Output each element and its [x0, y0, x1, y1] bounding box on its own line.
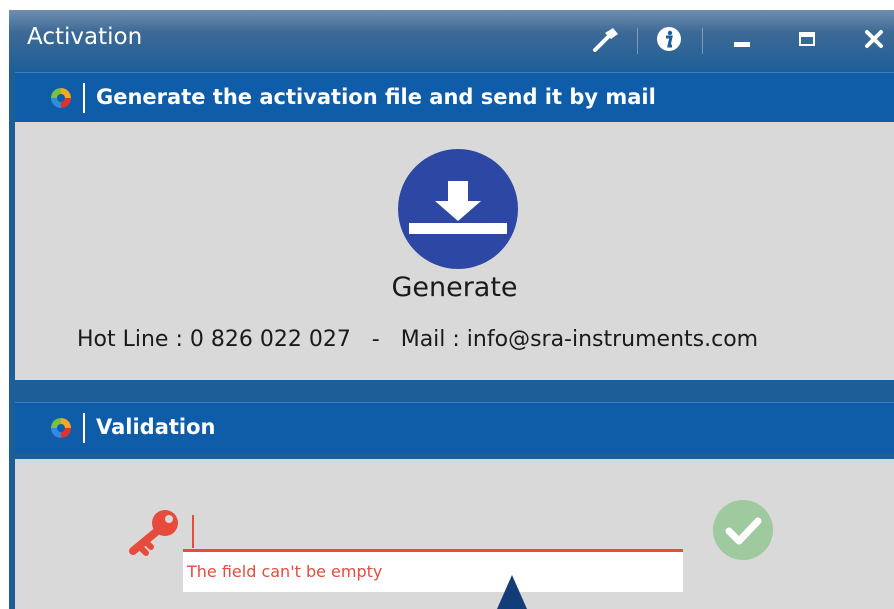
generate-label: Generate — [391, 272, 518, 303]
validation-panel-title: Validation — [96, 415, 216, 439]
error-tooltip: The field can't be empty — [183, 552, 683, 592]
close-icon — [865, 30, 883, 48]
minimize-icon — [734, 42, 750, 47]
maximize-icon — [799, 32, 815, 46]
tools-button[interactable] — [589, 22, 623, 56]
validation-panel-header: Validation — [15, 402, 894, 453]
error-message: The field can't be empty — [187, 562, 383, 581]
activation-window: Activation Generate the activation file … — [9, 10, 894, 609]
validation-panel-body: The field can't be empty — [15, 459, 894, 609]
activation-key-input[interactable] — [183, 505, 707, 549]
titlebar-separator — [702, 28, 703, 54]
app-logo-icon — [51, 418, 71, 438]
close-button[interactable] — [857, 22, 891, 56]
contact-info: Hot Line : 0 826 022 027 - Mail : info@s… — [77, 327, 759, 352]
generate-button[interactable] — [398, 149, 518, 269]
info-button[interactable] — [652, 22, 686, 56]
generate-panel-title: Generate the activation file and send it… — [96, 85, 656, 109]
checkmark-icon — [725, 517, 762, 545]
header-separator — [83, 83, 85, 113]
window-title: Activation — [27, 24, 143, 50]
titlebar-separator — [637, 28, 638, 54]
app-logo-icon — [51, 88, 71, 108]
tooltip-pointer — [497, 575, 527, 609]
maximize-button[interactable] — [792, 22, 822, 56]
hammer-icon — [593, 28, 618, 52]
minimize-button[interactable] — [727, 22, 757, 56]
download-icon — [409, 181, 507, 234]
title-bar: Activation — [9, 10, 894, 72]
generate-panel-header: Generate the activation file and send it… — [15, 72, 894, 123]
generate-panel-body: Generate Hot Line : 0 826 022 027 - Mail… — [15, 122, 894, 380]
text-caret — [192, 515, 194, 548]
header-separator — [83, 413, 85, 443]
validate-button[interactable] — [713, 500, 773, 560]
info-icon — [657, 27, 681, 51]
key-icon — [129, 510, 178, 556]
